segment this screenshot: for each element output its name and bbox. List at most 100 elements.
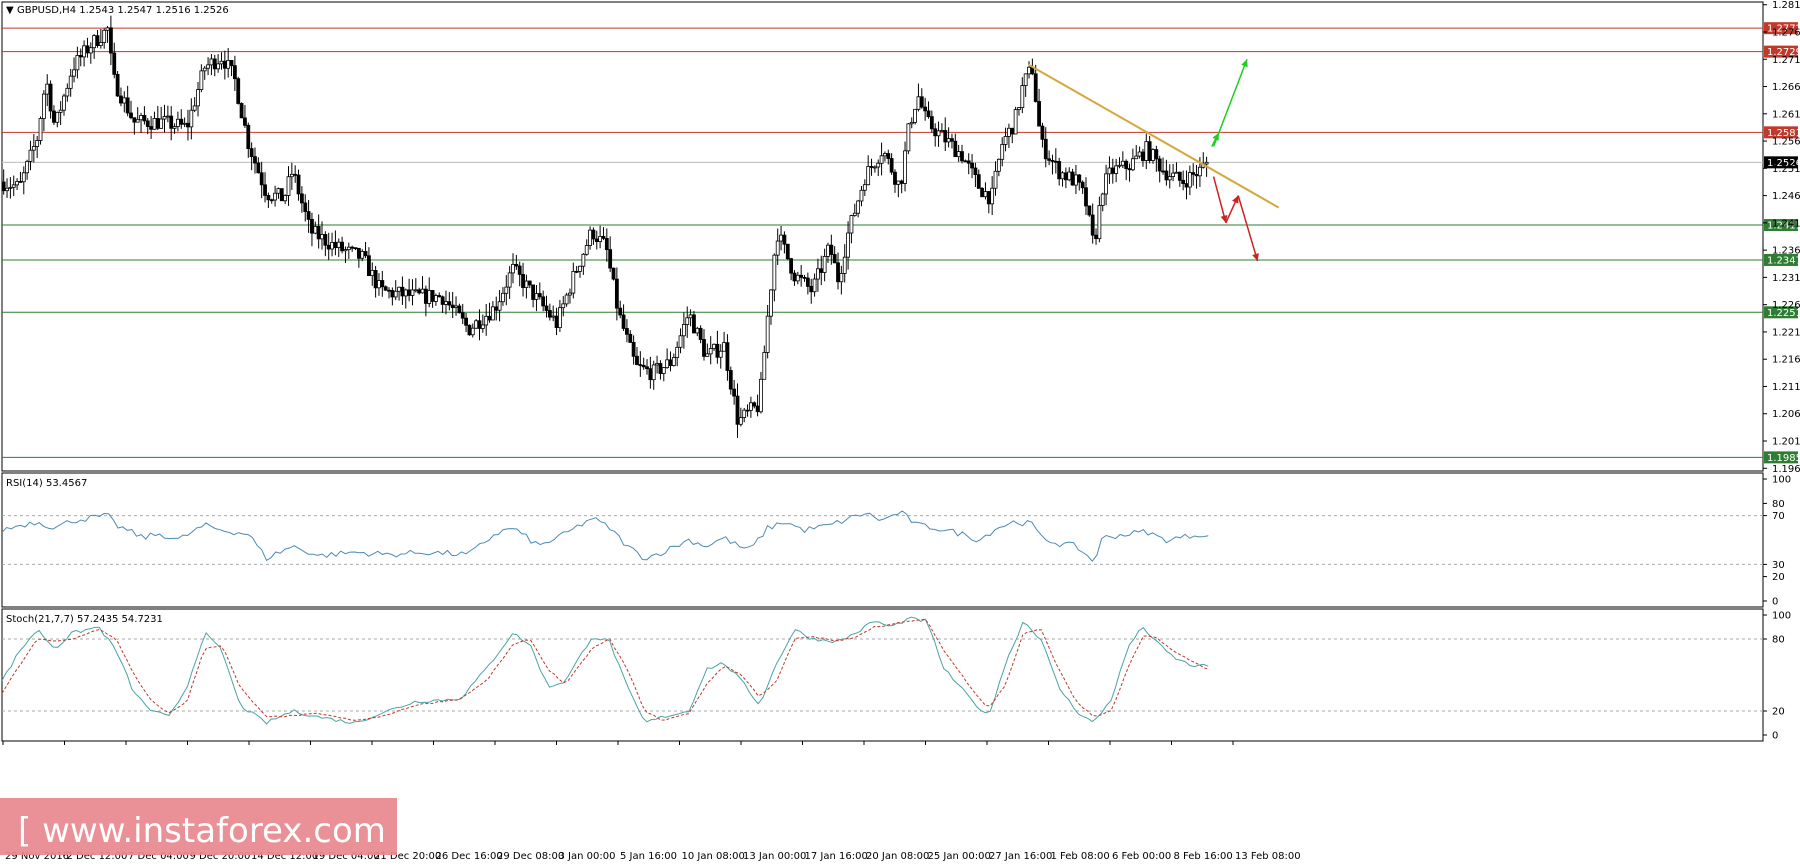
candle-body	[289, 173, 294, 178]
indicator-tick-label: 30	[1772, 560, 1785, 571]
stoch-panel[interactable]	[1, 608, 1764, 742]
candle-body	[25, 161, 30, 174]
candle-body	[18, 181, 23, 183]
candle-body	[638, 364, 643, 366]
candle-body	[253, 156, 257, 164]
candle-body	[52, 110, 56, 123]
candle-body	[360, 251, 365, 259]
candle-body	[688, 314, 693, 319]
candle-body	[1171, 172, 1176, 177]
candle-body	[675, 346, 680, 358]
candle-body	[946, 138, 951, 143]
indicator-tick-label: 20	[1772, 707, 1785, 718]
candle-body	[1134, 155, 1139, 160]
candle-body	[936, 130, 941, 137]
candle-body	[1154, 149, 1159, 160]
candle-body	[728, 370, 733, 390]
price-tick-label: 1.2165	[1772, 355, 1800, 366]
candle-body	[832, 254, 837, 264]
candle-body	[1040, 125, 1045, 140]
candle-body	[380, 280, 385, 288]
candle-body	[507, 272, 512, 288]
candle-body	[504, 286, 509, 294]
candle-body	[296, 174, 301, 195]
candle-body	[531, 284, 536, 300]
candle-body	[564, 294, 569, 305]
candle-body	[447, 301, 452, 306]
candle-body	[986, 191, 991, 205]
candle-body	[135, 119, 140, 123]
rsi-panel[interactable]	[1, 472, 1764, 608]
candle-body	[738, 417, 743, 425]
candle-body	[916, 96, 921, 110]
candle-body	[1043, 138, 1048, 160]
candle-body	[645, 366, 649, 370]
time-tick-label: 20 Jan 08:00	[866, 851, 929, 862]
candle-body	[413, 289, 418, 292]
candle-body	[755, 405, 760, 413]
candle-body	[772, 254, 777, 291]
candle-body	[172, 126, 177, 129]
chart-menu-icon[interactable]: ▼	[6, 5, 14, 16]
candle-body	[306, 211, 311, 220]
candle-body	[470, 327, 475, 336]
candle-body	[906, 123, 911, 152]
candle-body	[521, 274, 525, 288]
candle-body	[484, 315, 489, 326]
candle-body	[571, 270, 576, 294]
candle-body	[65, 87, 70, 97]
candle-body	[1177, 171, 1182, 181]
price-tick-label: 1.2815	[1772, 0, 1800, 11]
forex-chart[interactable]: 1.27721.27291.25811.24111.23471.22511.19…	[0, 0, 1800, 868]
candle-body	[859, 189, 864, 202]
candle-body	[919, 96, 924, 108]
candle-body	[182, 122, 187, 125]
time-tick-label: 1 Feb 08:00	[1051, 851, 1110, 862]
candle-body	[939, 130, 944, 132]
candle-body	[929, 116, 934, 130]
candle-body	[162, 116, 167, 120]
candle-body	[31, 146, 36, 151]
candle-body	[387, 289, 391, 292]
candle-body	[437, 295, 442, 298]
candle-body	[112, 52, 117, 75]
price-level-label: 1.1985	[1767, 453, 1800, 464]
candle-body	[1194, 173, 1199, 177]
candle-body	[316, 226, 321, 240]
candle-body	[594, 238, 599, 242]
candle-body	[269, 199, 274, 202]
candle-body	[1147, 141, 1152, 161]
candle-body	[457, 305, 462, 314]
candle-body	[1003, 136, 1008, 145]
candle-body	[393, 290, 398, 298]
candle-body	[826, 244, 830, 257]
candle-body	[11, 184, 16, 188]
candle-body	[340, 241, 345, 252]
candle-body	[614, 278, 619, 309]
candle-body	[584, 245, 589, 255]
candle-body	[541, 296, 546, 307]
candle-body	[373, 270, 378, 289]
candle-body	[1097, 205, 1102, 240]
candle-body	[1157, 158, 1162, 172]
candle-body	[62, 95, 66, 111]
candle-body	[598, 235, 603, 242]
candle-body	[708, 348, 713, 355]
stoch-label: Stoch(21,7,7) 57.2435 54.7231	[6, 614, 163, 625]
candle-body	[400, 286, 405, 297]
candle-body	[1077, 174, 1082, 183]
candle-body	[829, 244, 834, 255]
candle-body	[1067, 171, 1072, 181]
candle-body	[430, 290, 435, 302]
candle-body	[229, 60, 234, 67]
candle-body	[132, 117, 137, 123]
candle-body	[216, 63, 221, 70]
candle-body	[139, 115, 143, 121]
main-panel[interactable]	[1, 1, 1764, 472]
candle-body	[799, 274, 804, 278]
candle-body	[775, 240, 780, 256]
price-tick-label: 1.2765	[1772, 27, 1800, 38]
candle-body	[1074, 174, 1078, 186]
symbol-info: GBPUSD,H4 1.2543 1.2547 1.2516 1.2526	[17, 5, 229, 16]
price-tick-label: 1.2315	[1772, 273, 1800, 284]
